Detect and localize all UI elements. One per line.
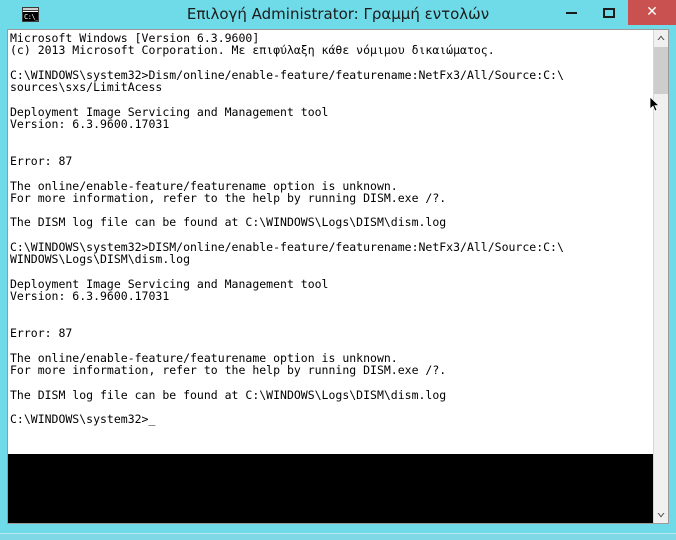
vertical-scrollbar[interactable] <box>653 30 668 523</box>
minimize-icon <box>565 11 577 14</box>
console-line: (c) 2013 Microsoft Corporation. Με επιφύ… <box>10 43 495 58</box>
scroll-down-arrow-icon[interactable] <box>654 507 668 523</box>
window-titlebar[interactable]: C:\_ Επιλογή Administrator: Γραμμή εντολ… <box>0 0 676 29</box>
minimize-button[interactable] <box>552 0 590 25</box>
maximize-button[interactable] <box>590 0 628 25</box>
console-line: For more information, refer to the help … <box>10 190 447 205</box>
cmd-icon-titlestrip <box>23 8 38 11</box>
console-line: Error: 87 <box>10 326 73 341</box>
scrollbar-thumb[interactable] <box>654 47 668 94</box>
close-button[interactable]: ✕ <box>628 0 676 25</box>
console-line: For more information, refer to the help … <box>10 363 447 378</box>
console-line: The DISM log file can be found at C:\WIN… <box>10 387 447 402</box>
caption-button-group: ✕ <box>552 0 676 25</box>
console-line: C:\WINDOWS\system32>_ <box>10 412 156 427</box>
console-line: The online/enable-feature/featurename op… <box>10 178 398 193</box>
desktop-background: C:\_ Επιλογή Administrator: Γραμμή εντολ… <box>0 0 676 540</box>
cmd-icon-screen: C:\_ <box>23 12 39 21</box>
console-line: sources\sxs/LimitAcess <box>10 80 163 95</box>
console-output[interactable]: Microsoft Windows [Version 6.3.9600] (c) … <box>8 30 653 441</box>
cmd-icon[interactable]: C:\_ <box>22 7 39 22</box>
console-client-area[interactable]: Microsoft Windows [Version 6.3.9600] (c) … <box>7 29 669 524</box>
console-line: Version: 6.3.9600.17031 <box>10 289 170 304</box>
console-line: Error: 87 <box>10 153 73 168</box>
console-empty-region <box>8 454 653 523</box>
command-prompt-window: C:\_ Επιλογή Administrator: Γραμμή εντολ… <box>0 0 676 533</box>
maximize-icon <box>603 7 615 18</box>
console-line: WINDOWS\Logs\DISM\dism.log <box>10 252 191 267</box>
console-line: Version: 6.3.9600.17031 <box>10 117 170 132</box>
scroll-up-arrow-icon[interactable] <box>654 30 668 46</box>
console-line: The DISM log file can be found at C:\WIN… <box>10 215 447 230</box>
